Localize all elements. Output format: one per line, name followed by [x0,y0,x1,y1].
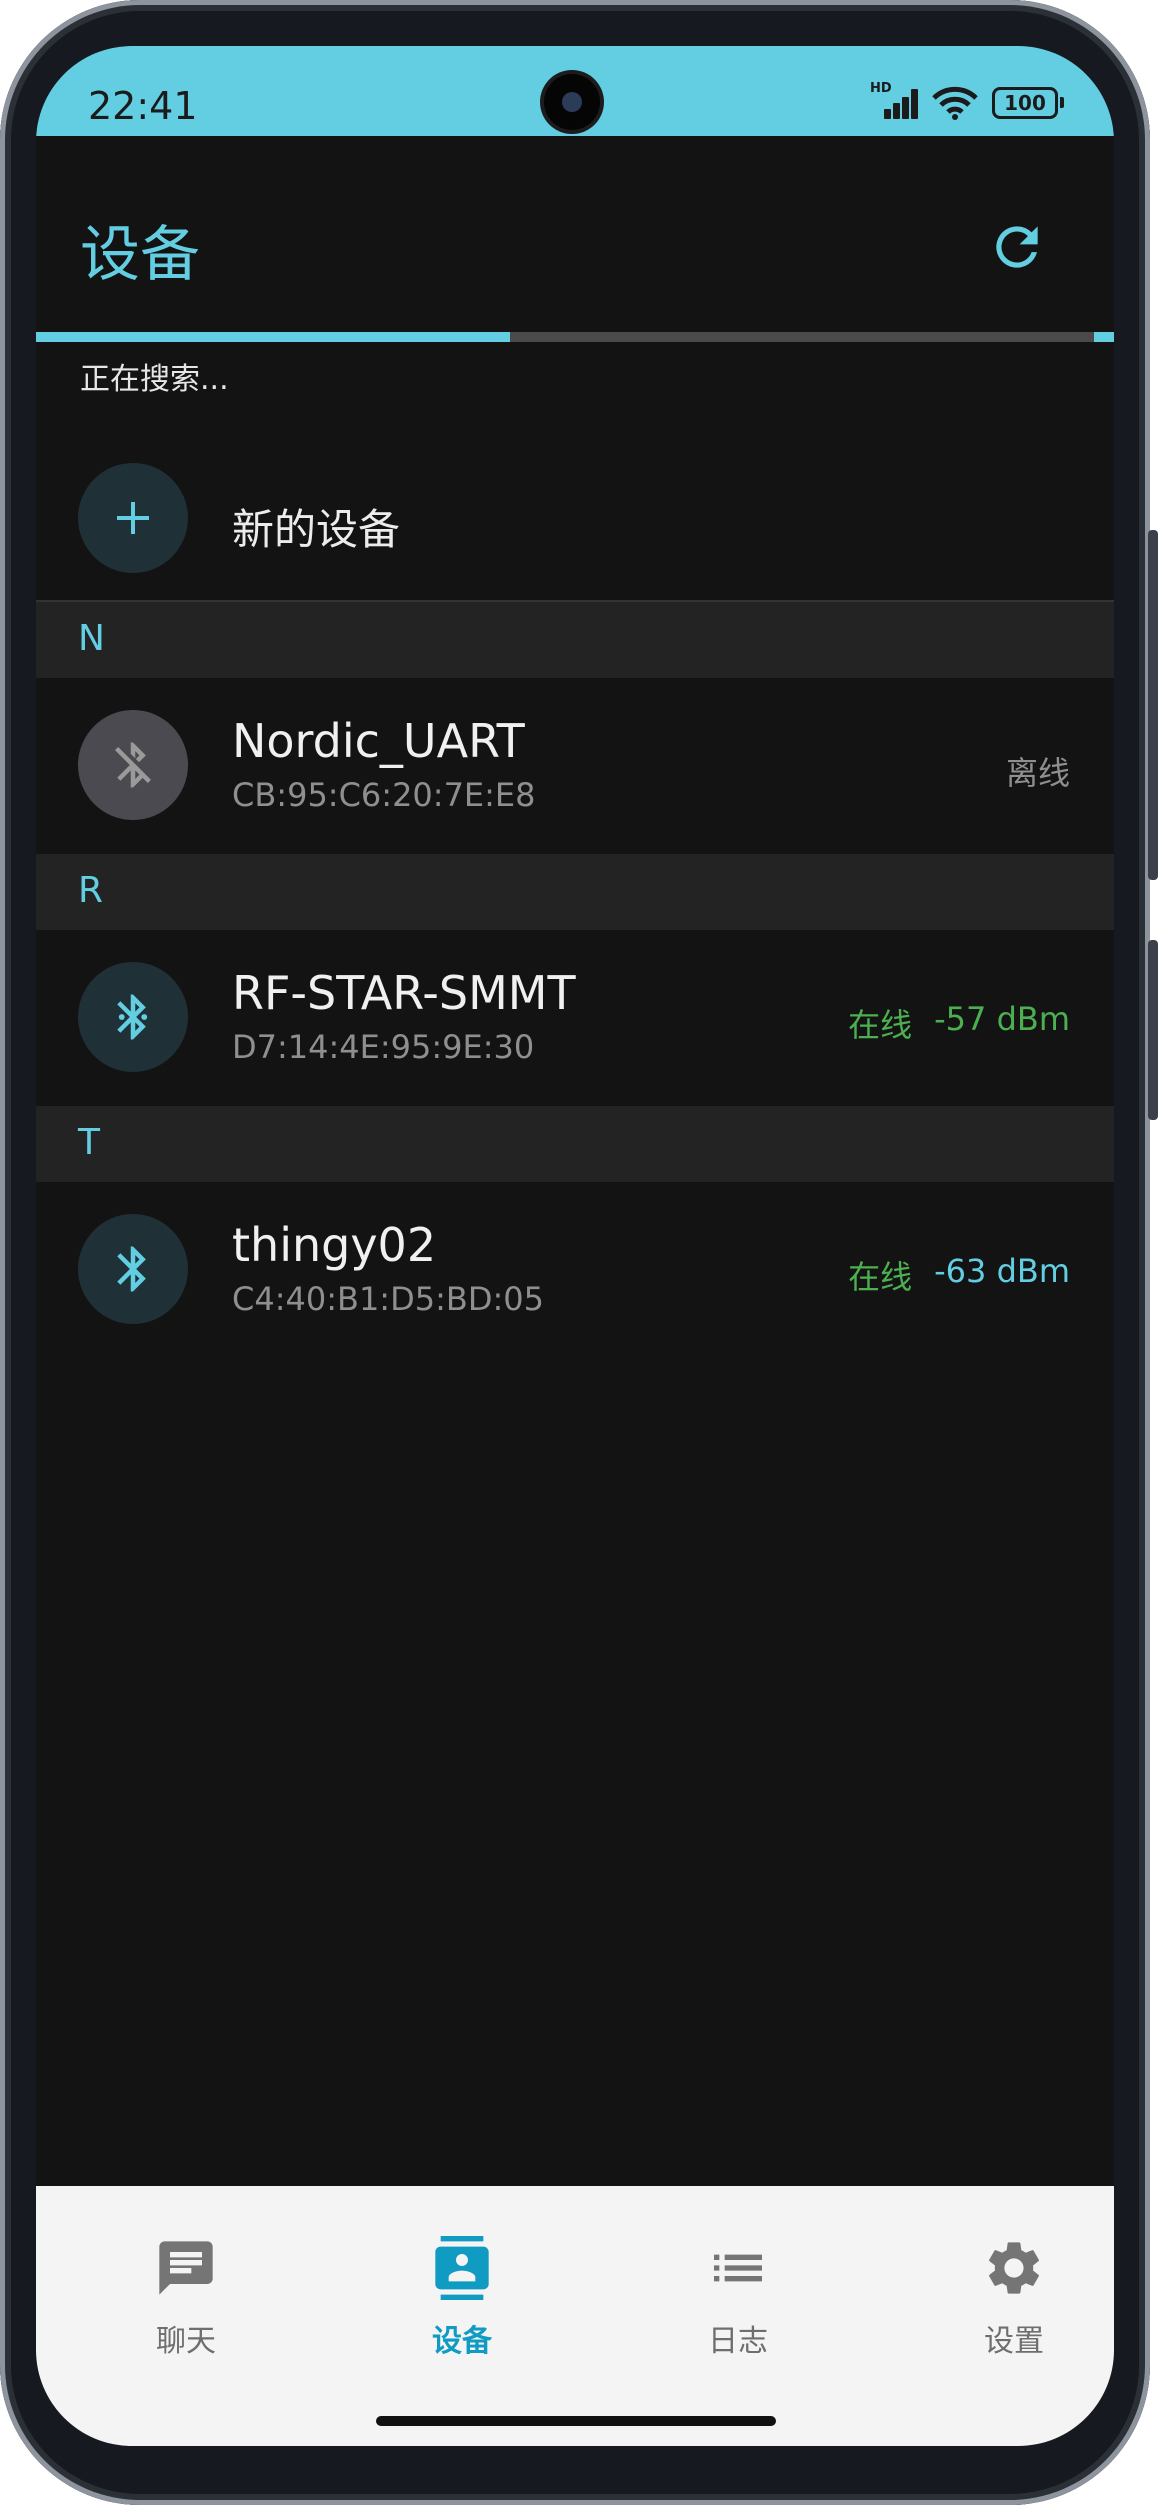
connection-state: 在线 [848,1006,913,1044]
refresh-icon[interactable] [986,216,1048,278]
nav-label: 日志 [708,2324,768,2359]
new-device-row[interactable]: 新的设备 [36,436,1114,600]
scan-status-text: 正在搜索... [80,362,229,397]
nav-label: 聊天 [156,2324,216,2359]
plus-icon [117,502,149,534]
device-avatar [78,962,188,1072]
section-letter: T [78,1122,100,1163]
nav-tab-logs[interactable]: 日志 [628,2236,848,2360]
nav-tab-settings[interactable]: 设置 [904,2236,1114,2360]
wifi-icon [932,86,978,120]
network-type-label: HD [870,81,892,96]
nav-tab-chat[interactable]: 聊天 [76,2236,296,2360]
section-letter: R [78,870,104,911]
chat-icon [159,2241,213,2295]
connection-state: 离线 [1005,754,1070,792]
page-title: 设备 [80,220,200,290]
nav-tab-devices[interactable]: 设备 [352,2236,572,2360]
device-name: RF-STAR-SMMT [232,966,576,1020]
power-button [1148,940,1158,1120]
device-mac-address: C4:40:B1:D5:BD:05 [232,1280,544,1318]
connection-state: 在线 [848,1258,913,1296]
list-icon [714,2254,762,2282]
scan-progress-bar [36,332,1114,342]
bluetooth-icon [117,1246,146,1292]
battery-indicator: 100 [992,87,1064,119]
device-name: Nordic_UART [232,714,525,768]
status-icons: HD 100 [870,81,1064,120]
volume-button [1148,530,1158,880]
scan-progress-fill [36,332,511,342]
device-name: thingy02 [232,1218,437,1272]
bluetooth-searching-icon [117,994,148,1040]
device-mac-address: D7:14:4E:95:9E:30 [232,1028,535,1066]
new-device-label: 新的设备 [232,505,401,554]
front-camera [544,74,600,130]
status-time: 22:41 [88,84,198,128]
new-device-avatar [78,463,188,573]
section-header-r: R [36,854,1114,930]
device-avatar [78,1214,188,1324]
gear-icon [989,2242,1039,2294]
device-avatar [78,710,188,820]
section-header-n: N [36,602,1114,678]
device-row-thingy02[interactable]: thingy02 C4:40:B1:D5:BD:05 在线 -63 dBm [36,1182,1114,1358]
section-header-t: T [36,1106,1114,1182]
device-row-rf-star-smmt[interactable]: RF-STAR-SMMT D7:14:4E:95:9E:30 在线 -57 dB… [36,930,1114,1106]
nav-label: 设置 [984,2324,1044,2359]
screen: 22:41 HD 100 设备 正在搜索... 新的设备 N Nordic_UA… [36,46,1114,2446]
device-status: 在线 -57 dBm [848,1000,1070,1046]
device-status: 离线 [1006,748,1070,794]
device-status: 在线 -63 dBm [848,1252,1070,1298]
device-row-nordic-uart[interactable]: Nordic_UART CB:95:C6:20:7E:E8 离线 [36,678,1114,854]
home-indicator[interactable] [376,2416,776,2426]
section-letter: N [78,618,105,659]
status-bar: 22:41 HD 100 [36,46,1114,136]
signal-strength: -63 dBm [934,1252,1070,1290]
bottom-navigation: 聊天 设备 日志 设置 [36,2186,1114,2446]
nav-label: 设备 [432,2324,492,2359]
signal-strength: -57 dBm [934,1000,1070,1038]
signal-icon: HD [870,81,918,119]
device-mac-address: CB:95:C6:20:7E:E8 [232,776,536,814]
bluetooth-disabled-icon [115,742,151,788]
device-contact-icon [435,2236,489,2300]
scan-progress-tail [1094,332,1114,342]
